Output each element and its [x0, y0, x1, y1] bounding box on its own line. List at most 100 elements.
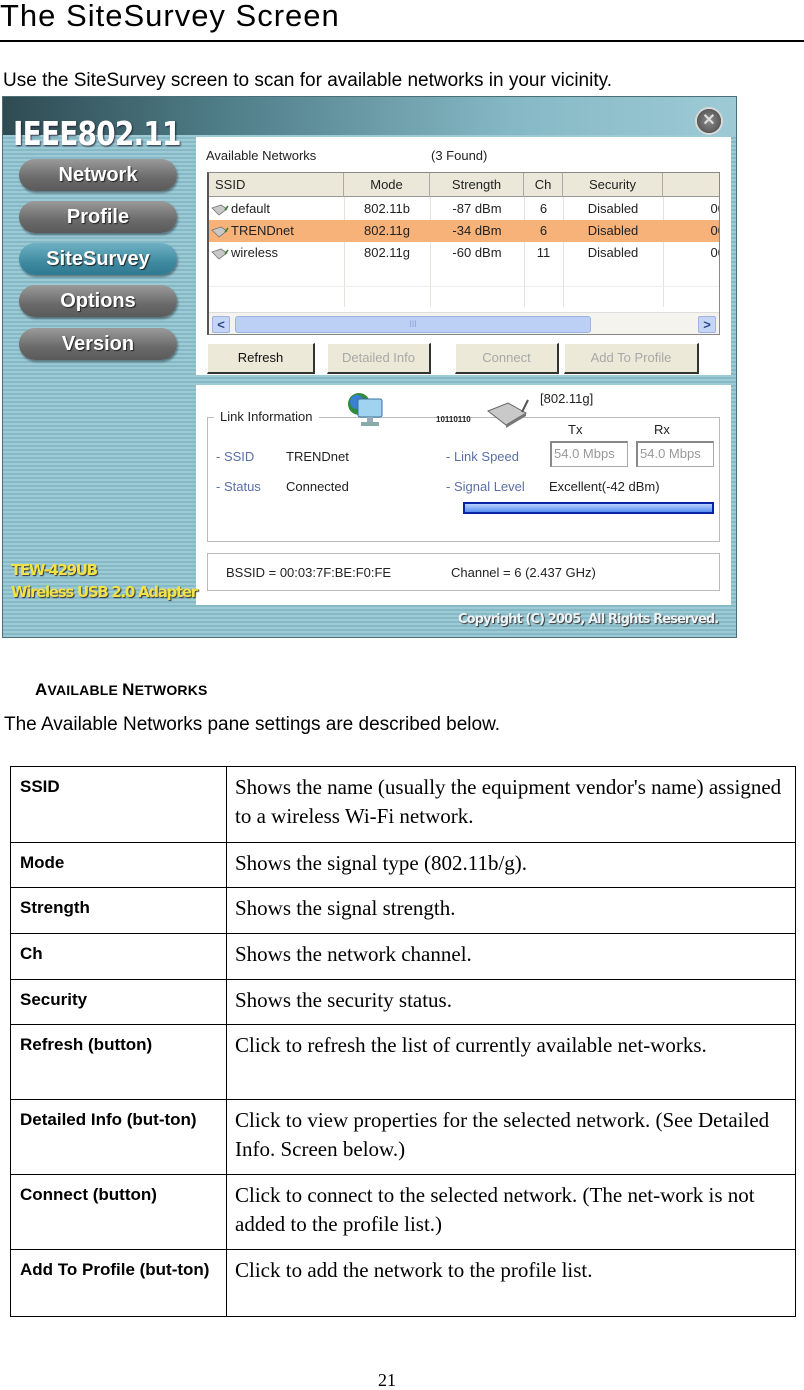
link-information-panel: Link Information 10110110 [802.11g] Tx R… [196, 385, 731, 605]
network-row-trendnet-selected[interactable]: TRENDnet 802.11g -34 dBm 6 Disabled 00 [209, 220, 719, 242]
heading-text: VAILABLE [47, 682, 123, 698]
signal-level-fill [465, 504, 712, 512]
setting-description: Click to connect to the selected network… [226, 1174, 796, 1250]
binary-data-label: 10110110 [436, 415, 471, 424]
networks-list-header: SSID Mode Strength Ch Security [209, 173, 719, 197]
scroll-right-button[interactable]: > [698, 316, 716, 333]
table-row: Ch Shows the network channel. [10, 933, 796, 980]
available-networks-panel: Available Networks (3 Found) SSID Mode S… [196, 137, 731, 375]
detailed-info-button[interactable]: Detailed Info [327, 343, 431, 374]
nav-profile-button[interactable]: Profile [19, 201, 177, 233]
setting-term: Add To Profile (but-ton) [10, 1249, 227, 1317]
model-description: Wireless USB 2.0 Adapter [11, 583, 198, 601]
section-heading: AVAILABLE NETWORKS [35, 680, 208, 700]
ieee-logo: IEEE802.11 [13, 114, 182, 153]
column-header-ssid[interactable]: SSID [209, 173, 344, 197]
row-divider [209, 286, 719, 287]
signal-level-value: Excellent(-42 dBm) [549, 479, 660, 494]
network-row-wireless[interactable]: wireless 802.11g -60 dBm 11 Disabled 00 [209, 242, 719, 264]
table-row: Security Shows the security status. [10, 979, 796, 1025]
setting-term: SSID [10, 766, 227, 843]
nav-options-button[interactable]: Options [19, 285, 177, 317]
heading-text: ETWORKS [134, 682, 208, 698]
channel-value: Channel = 6 (2.437 GHz) [451, 565, 596, 580]
ssid-value: TRENDnet [286, 449, 349, 464]
available-networks-label: Available Networks [206, 148, 317, 163]
access-point-icon [211, 204, 229, 216]
nav-network-button[interactable]: Network [19, 159, 177, 191]
network-strength: -60 dBm [452, 245, 502, 260]
network-ssid: default [231, 201, 271, 216]
setting-description: Click to refresh the list of currently a… [226, 1024, 796, 1100]
grip-icon: III [409, 319, 417, 329]
setting-description: Shows the signal type (802.11b/g). [226, 842, 796, 888]
networks-list[interactable]: SSID Mode Strength Ch Security default 8… [207, 172, 720, 335]
setting-term: Security [10, 979, 227, 1025]
setting-term: Refresh (button) [10, 1024, 227, 1100]
network-channel: 11 [536, 245, 551, 260]
settings-description-table: SSID Shows the name (usually the equipme… [10, 766, 796, 1317]
access-point-icon [211, 226, 229, 238]
setting-description: Shows the name (usually the equipment ve… [226, 766, 796, 843]
network-extra: 00 [710, 223, 719, 238]
setting-description: Shows the security status. [226, 979, 796, 1025]
network-mode: 802.11b [363, 201, 411, 216]
table-row: Connect (button) Click to connect to the… [10, 1174, 796, 1250]
add-to-profile-button[interactable]: Add To Profile [564, 343, 699, 374]
column-header-mode[interactable]: Mode [344, 173, 430, 197]
table-row: Mode Shows the signal type (802.11b/g). [10, 842, 796, 888]
chevron-left-icon: < [217, 317, 225, 332]
page-title: The SiteSurvey Screen [0, 0, 340, 33]
network-mode: 802.11g [363, 223, 411, 238]
tx-speed-field: 54.0 Mbps [550, 441, 628, 467]
column-header-strength[interactable]: Strength [430, 173, 524, 197]
refresh-button[interactable]: Refresh [207, 343, 315, 374]
wireless-adapter-icon [487, 399, 529, 428]
bssid-info-box: BSSID = 00:03:7F:BE:F0:FE Channel = 6 (2… [207, 553, 720, 591]
rx-header: Rx [654, 422, 670, 437]
nav-sitesurvey-button[interactable]: SiteSurvey [19, 243, 177, 275]
status-value: Connected [286, 479, 349, 494]
table-row: Strength Shows the signal strength. [10, 887, 796, 934]
access-point-icon [211, 248, 229, 260]
rx-speed-field: 54.0 Mbps [636, 441, 714, 467]
scrollbar-thumb[interactable]: III [235, 316, 591, 333]
close-button[interactable]: ✕ [695, 107, 723, 135]
table-row: Refresh (button) Click to refresh the li… [10, 1024, 796, 1100]
page-number: 21 [378, 1370, 396, 1390]
connect-button[interactable]: Connect [455, 343, 559, 374]
setting-description: Click to view properties for the selecte… [226, 1099, 796, 1175]
heading-initial: N [122, 680, 135, 699]
close-icon: ✕ [702, 112, 716, 129]
network-ssid: wireless [231, 245, 278, 260]
sitesurvey-app-screenshot: IEEE802.11 ✕ Network Profile SiteSurvey … [2, 96, 737, 638]
setting-term: Strength [10, 887, 227, 934]
intro-text: Use the SiteSurvey screen to scan for av… [3, 70, 612, 91]
model-number: TEW-429UB [11, 561, 98, 579]
column-header-ch[interactable]: Ch [524, 173, 563, 197]
link-mode-label: [802.11g] [540, 391, 594, 406]
network-channel: 6 [539, 223, 548, 238]
column-header-security[interactable]: Security [563, 173, 663, 197]
nav-version-button[interactable]: Version [19, 328, 177, 360]
scroll-left-button[interactable]: < [212, 316, 230, 333]
ssid-label: - SSID [216, 449, 255, 464]
setting-description: Click to add the network to the profile … [226, 1249, 796, 1317]
tx-header: Tx [568, 422, 583, 437]
signal-level-bar [463, 502, 714, 514]
horizontal-scrollbar[interactable]: < III > [209, 312, 719, 334]
network-security: Disabled [587, 245, 639, 260]
bssid-value: BSSID = 00:03:7F:BE:F0:FE [226, 565, 392, 580]
network-row-default[interactable]: default 802.11b -87 dBm 6 Disabled 00 [209, 198, 719, 220]
network-security: Disabled [587, 201, 639, 216]
title-rule [0, 40, 804, 42]
setting-term: Ch [10, 933, 227, 980]
setting-description: Shows the signal strength. [226, 887, 796, 934]
column-header-extra[interactable] [663, 173, 719, 197]
chevron-right-icon: > [703, 317, 711, 332]
network-strength: -34 dBm [452, 223, 502, 238]
link-information-legend: Link Information [214, 409, 319, 424]
network-extra: 00 [710, 201, 719, 216]
network-ssid: TRENDnet [231, 223, 294, 238]
table-row: Add To Profile (but-ton) Click to add th… [10, 1249, 796, 1317]
